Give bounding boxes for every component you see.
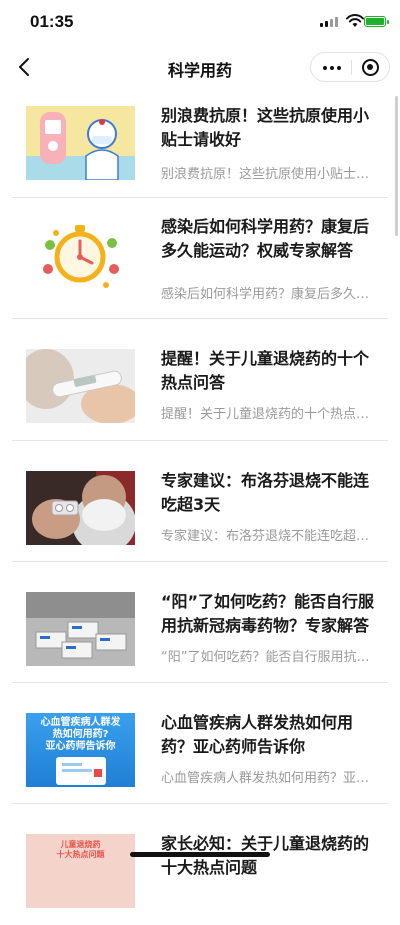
article-title: 感染后如何科学用药？康复后多久能运动？权威专家解答 — [161, 217, 370, 260]
article-item[interactable]: “阳”了如何吃药？能否自行服用抗新冠病毒药物？专家解答 “阳”了如何吃药？能否自… — [0, 562, 400, 683]
wifi-icon — [346, 14, 364, 27]
article-title: 提醒！关于儿童退烧药的十个热点问答 — [161, 349, 370, 392]
thumbnail-text: 热如何用药? — [52, 729, 109, 740]
article-thumbnail — [26, 349, 135, 423]
miniprogram-capsule — [310, 52, 390, 82]
article-summary: 心血管疾病人群发热如何用药？亚心药师告诉你 — [161, 771, 371, 786]
thumbnail-text: 儿童退烧药 — [60, 840, 101, 849]
article-summary: “阳”了如何吃药？能否自行服用抗新冠病毒药物？ — [161, 650, 371, 665]
article-thumbnail: 心血管疾病人群发 热如何用药? 亚心药师告诉你 — [26, 713, 135, 787]
close-miniprogram-icon[interactable] — [362, 59, 379, 76]
navigation-bar: 科学用药 — [0, 44, 400, 90]
article-item[interactable]: 感染后如何科学用药？康复后多久能运动？权威专家解答 感染后如何科学用药？康复后多… — [0, 198, 400, 319]
article-title: 心血管疾病人群发热如何用药？亚心药师告诉你 — [161, 713, 354, 756]
article-item[interactable]: 别浪费抗原！这些抗原使用小贴士请收好 别浪费抗原！这些抗原使用小贴士请收好 — [0, 90, 400, 211]
capsule-divider — [351, 60, 352, 75]
article-thumbnail — [26, 106, 135, 180]
status-bar: 01:35 — [0, 0, 400, 44]
article-title: 别浪费抗原！这些抗原使用小贴士请收好 — [161, 106, 370, 149]
article-item[interactable]: 提醒！关于儿童退烧药的十个热点问答 提醒！关于儿童退烧药的十个热点问答 — [0, 319, 400, 440]
battery-icon — [364, 16, 389, 27]
thumbnail-text: 心血管疾病人群发 — [40, 717, 121, 728]
more-icon[interactable] — [323, 66, 341, 70]
article-thumbnail — [26, 217, 135, 291]
article-thumbnail: 儿童退烧药 十大热点问题 — [26, 834, 135, 908]
article-summary: 专家建议：布洛芬退烧不能连吃超3天 — [161, 529, 371, 544]
article-summary: 感染后如何科学用药？康复后多久能运动？ — [161, 287, 371, 302]
signal-icon — [320, 17, 338, 27]
article-title: “阳”了如何吃药？能否自行服用抗新冠病毒药物？专家解答 — [161, 592, 375, 635]
article-summary: 提醒！关于儿童退烧药的十个热点问答 — [161, 407, 371, 422]
home-indicator[interactable] — [130, 852, 270, 857]
article-title: 专家建议：布洛芬退烧不能连吃超3天 — [161, 471, 370, 514]
article-summary: 别浪费抗原！这些抗原使用小贴士请收好 — [161, 167, 371, 182]
article-thumbnail — [26, 471, 135, 545]
status-time: 01:35 — [30, 12, 74, 31]
thumbnail-text: 十大热点问题 — [56, 850, 105, 859]
article-item[interactable]: 专家建议：布洛芬退烧不能连吃超3天 专家建议：布洛芬退烧不能连吃超3天 — [0, 441, 400, 562]
article-thumbnail — [26, 592, 135, 666]
thumbnail-text: 亚心药师告诉你 — [45, 741, 116, 752]
article-item[interactable]: 儿童退烧药 十大热点问题 家长必知：关于儿童退烧药的十大热点问题 — [0, 804, 400, 925]
article-item[interactable]: 心血管疾病人群发 热如何用药? 亚心药师告诉你 心血管疾病人群发热如何用药？亚心… — [0, 683, 400, 804]
